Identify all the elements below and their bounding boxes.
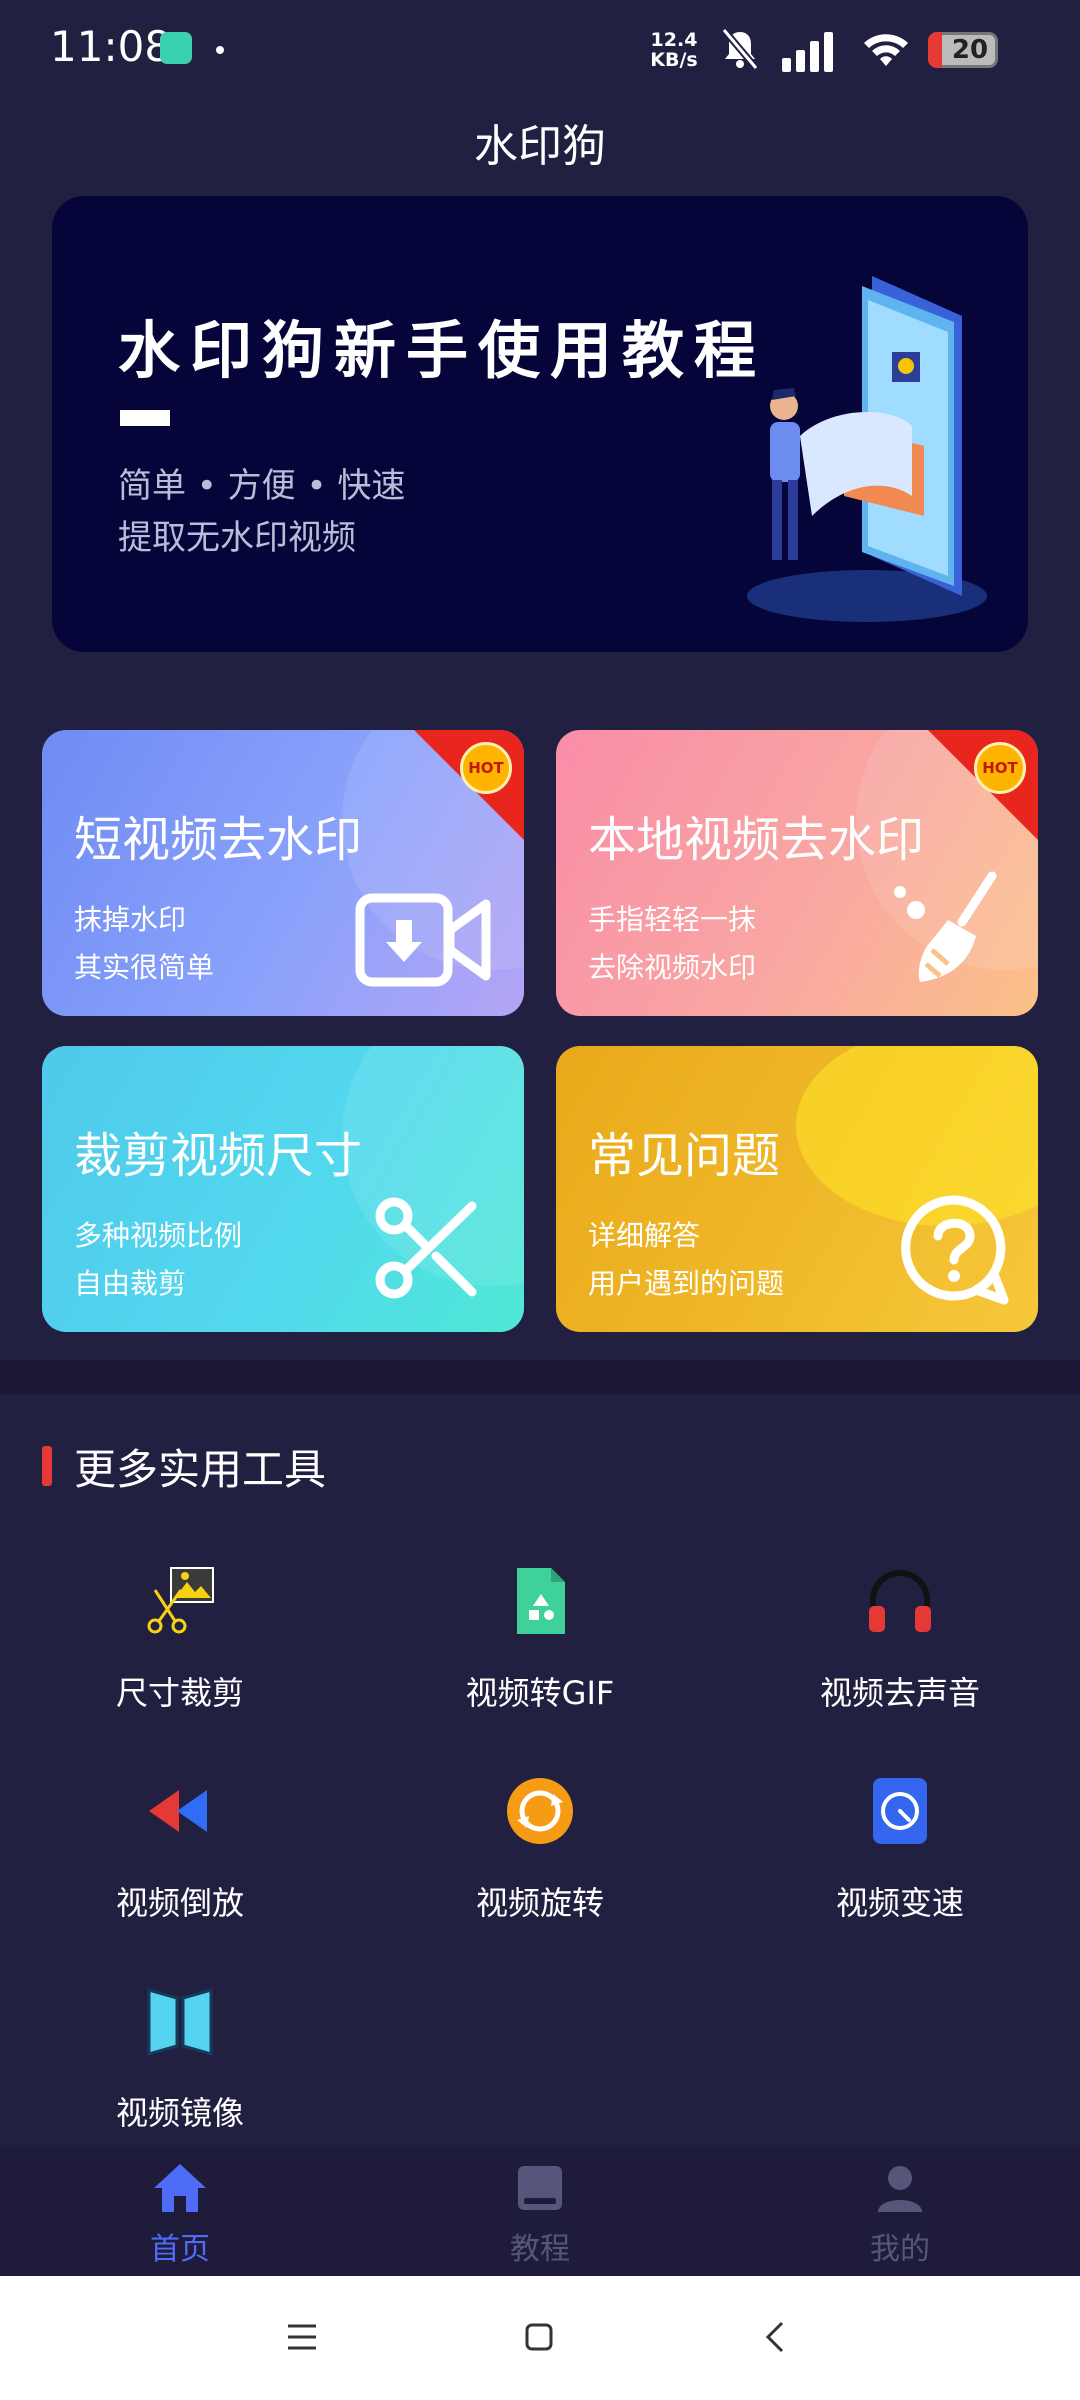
section-accent-bar [42,1446,52,1486]
card-subtitle: 自由裁剪 [74,1267,187,1300]
tool-label: 视频变速 [835,1884,964,1922]
home-icon [154,2164,206,2212]
banner-title: 水印狗新手使用教程 [118,314,767,387]
tool-remove-audio[interactable]: 视频去声音 [720,1566,1080,1714]
app-notification-icon [160,32,192,64]
tool-label: 视频倒放 [115,1884,244,1922]
status-time: 11:08 [50,22,172,71]
nav-label: 我的 [870,2232,930,2267]
tool-size-crop[interactable]: 尺寸裁剪 [0,1566,360,1714]
tool-label: 视频旋转 [475,1884,604,1922]
tutorial-banner[interactable]: 水印狗新手使用教程 简单 • 方便 • 快速 提取无水印视频 [52,196,1028,652]
bottom-navigation: 首页 教程 我的 [0,2146,1080,2276]
card-subtitle: 手指轻轻一抹 [588,903,757,936]
back-icon[interactable] [762,2320,788,2354]
card-subtitle: 抹掉水印 [74,903,187,936]
card-title: 裁剪视频尺寸 [74,1128,363,1184]
network-speed: 12.4 KB/s [650,29,698,71]
tool-video-to-gif[interactable]: 视频转GIF [360,1566,720,1714]
tool-label: 视频镜像 [115,2094,244,2132]
page-title: 水印狗 [474,121,606,172]
rotate-icon [507,1778,573,1844]
nav-home[interactable]: 首页 [80,2160,280,2268]
battery-icon: 20 [928,32,998,68]
card-subtitle: 去除视频水印 [588,951,757,984]
hot-badge: HOT [974,742,1026,794]
card-subtitle: 其实很简单 [74,951,215,984]
book-icon [518,2166,562,2210]
nav-label: 首页 [150,2232,210,2267]
system-navigation-bar [0,2276,1080,2400]
mirror-icon [147,1988,213,2056]
banner-accent-bar [120,410,170,426]
card-title: 常见问题 [588,1128,781,1184]
tutorial-illustration [747,276,987,622]
tool-video-mirror[interactable]: 视频镜像 [0,1986,360,2134]
rewind-icon [149,1790,207,1832]
home-square-icon[interactable] [524,2322,554,2352]
nav-label: 教程 [510,2232,570,2267]
broom-icon [894,871,997,982]
tool-video-rotate[interactable]: 视频旋转 [360,1776,720,1924]
card-subtitle: 用户遇到的问题 [588,1267,785,1300]
question-bubble-icon [901,1195,1009,1305]
remove-watermark-card[interactable]: HOT 短视频去水印 抹掉水印 其实很简单 [42,730,524,1016]
crop-video-card[interactable]: 裁剪视频尺寸 多种视频比例 自由裁剪 [42,1046,524,1332]
headphones-icon [869,1570,931,1632]
crop-scissors-icon [147,1567,214,1634]
banner-subtitle: 提取无水印视频 [118,518,356,558]
mute-bell-icon [721,27,759,71]
tool-label: 视频转GIF [465,1674,615,1712]
banner-subtitle: 简单 • 方便 • 快速 [118,466,406,506]
nav-tutorial[interactable]: 教程 [440,2160,640,2268]
local-remove-watermark-card[interactable]: HOT 本地视频去水印 手指轻轻一抹 去除视频水印 [556,730,1038,1016]
tool-video-speed[interactable]: 视频变速 [720,1776,1080,1924]
section-divider [0,1360,1080,1394]
user-icon [878,2166,922,2212]
tool-video-reverse[interactable]: 视频倒放 [0,1776,360,1924]
card-subtitle: 多种视频比例 [74,1219,243,1252]
scissors-icon [375,1197,477,1299]
menu-icon[interactable] [286,2322,318,2352]
hot-badge: HOT [460,742,512,794]
faq-card[interactable]: 常见问题 详细解答 用户遇到的问题 [556,1046,1038,1332]
status-bar: 11:08 12.4 KB/s 20 [0,0,1080,100]
card-title: 本地视频去水印 [588,812,925,868]
speedometer-icon [873,1778,927,1844]
wifi-icon [864,34,908,66]
card-title: 短视频去水印 [74,812,363,868]
video-download-icon [355,893,491,987]
section-title: 更多实用工具 [74,1445,327,1494]
gif-file-icon [517,1568,565,1634]
nav-profile[interactable]: 我的 [800,2160,1000,2268]
tool-label: 视频去声音 [819,1674,980,1712]
signal-icon [782,32,833,72]
tool-label: 尺寸裁剪 [115,1674,244,1712]
notification-dot-icon [216,46,224,54]
card-subtitle: 详细解答 [588,1219,701,1252]
